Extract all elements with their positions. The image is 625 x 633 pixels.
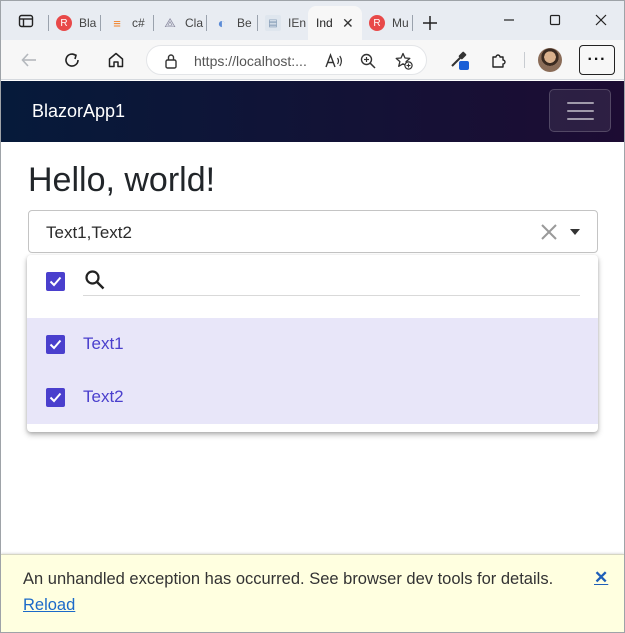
favorite-add-icon[interactable] <box>395 52 413 70</box>
app-navbar: BlazorApp1 <box>1 81 624 142</box>
browser-tab-strip: R Bla ≡ c# ⟁ Cla ◐ Be ▤ IEn Ind ✕ R Mu <box>0 0 625 40</box>
read-aloud-icon[interactable] <box>325 52 343 70</box>
puzzle-icon <box>492 54 506 68</box>
reload-link[interactable]: Reload <box>23 596 75 615</box>
browser-tab-active[interactable]: Ind ✕ <box>308 6 362 40</box>
checkmark-icon <box>49 392 62 403</box>
maximize-button[interactable] <box>532 6 578 34</box>
eyedropper-icon <box>451 51 469 70</box>
hamburger-icon-bar <box>566 101 594 104</box>
navbar-toggler-button[interactable] <box>549 89 611 132</box>
browser-tab-3[interactable]: ⟁ Cla <box>156 8 209 38</box>
refresh-button[interactable] <box>58 48 86 72</box>
page-icon: ⟁ <box>164 15 176 30</box>
tab-separator <box>257 15 258 31</box>
dropdown-search-input[interactable] <box>111 267 576 293</box>
dropdown-arrow-icon[interactable] <box>570 229 580 235</box>
more-dots-icon: ··· <box>587 51 607 68</box>
blazor-icon: ◐ <box>217 15 227 31</box>
tab-actions-icon <box>18 14 34 28</box>
refresh-icon <box>65 53 79 67</box>
plus-icon <box>423 16 437 30</box>
checkmark-icon <box>49 339 62 350</box>
tab-separator <box>100 15 101 31</box>
tab-separator <box>153 15 154 31</box>
zoom-icon[interactable] <box>359 52 377 70</box>
checkmark-icon <box>49 276 62 287</box>
close-window-button[interactable] <box>578 6 624 34</box>
error-message: An unhandled exception has occurred. See… <box>23 570 554 588</box>
url-text[interactable]: https://localhost:... <box>194 53 307 69</box>
radzen-icon: R <box>56 15 72 31</box>
radzen-icon: R <box>369 15 385 31</box>
settings-menu-button[interactable]: ··· <box>579 45 615 75</box>
browser-tab-4[interactable]: ◐ Be <box>208 8 261 38</box>
navbar-brand[interactable]: BlazorApp1 <box>32 101 125 122</box>
clear-icon[interactable] <box>539 222 559 242</box>
address-bar[interactable]: https://localhost:... <box>146 45 427 75</box>
maximize-icon <box>549 14 561 26</box>
lock-icon[interactable] <box>162 52 180 70</box>
minimize-button[interactable] <box>486 6 532 34</box>
profile-avatar[interactable] <box>538 48 562 72</box>
blazor-error-ui: An unhandled exception has occurred. See… <box>1 554 624 632</box>
browser-tab-2[interactable]: ≡ c# <box>103 8 156 38</box>
browser-tab-5[interactable]: ▤ IEn <box>259 8 312 38</box>
extension-button[interactable] <box>448 48 472 72</box>
tab-separator <box>412 15 413 31</box>
selected-values: Text1,Text2 <box>46 223 132 242</box>
search-icon <box>84 269 106 291</box>
new-tab-button[interactable] <box>419 10 441 36</box>
dropdown-search-row <box>27 255 598 318</box>
close-icon <box>595 14 607 26</box>
page-title: Hello, world! <box>28 161 216 199</box>
multi-select-dropdown[interactable]: Text1,Text2 <box>28 210 598 253</box>
app-viewport: BlazorApp1 Hello, world! Text1,Text2 Tex… <box>1 81 624 632</box>
option-label: Text1 <box>83 334 124 353</box>
close-tab-icon[interactable]: ✕ <box>342 15 354 32</box>
browser-toolbar: https://localhost:... ··· <box>0 40 625 80</box>
arrow-left-icon <box>21 53 36 67</box>
home-button[interactable] <box>102 48 130 72</box>
browser-tab-1[interactable]: R Bla <box>50 8 103 38</box>
doc-icon: ▤ <box>265 15 281 31</box>
tab-separator <box>48 15 49 31</box>
tab-title: Ind <box>316 16 333 30</box>
stackoverflow-icon: ≡ <box>113 15 121 31</box>
back-button[interactable] <box>15 48 43 72</box>
list-item-text1[interactable]: Text1 <box>27 318 598 371</box>
option-checkbox[interactable] <box>46 335 65 354</box>
browser-tab-7[interactable]: R Mu <box>363 8 416 38</box>
list-item-text2[interactable]: Text2 <box>27 371 598 424</box>
minimize-icon <box>504 19 514 21</box>
tab-actions-button[interactable] <box>0 6 42 36</box>
option-label: Text2 <box>83 387 124 406</box>
hamburger-icon-bar <box>566 117 594 120</box>
option-checkbox[interactable] <box>46 388 65 407</box>
tab-separator <box>206 15 207 31</box>
hamburger-icon-bar <box>566 109 594 112</box>
search-underline <box>83 295 580 296</box>
extensions-button[interactable] <box>487 48 511 72</box>
home-icon <box>108 52 124 68</box>
select-all-checkbox[interactable] <box>46 272 65 291</box>
dismiss-error-button[interactable]: ✕ <box>594 568 608 588</box>
dropdown-panel: Text1 Text2 <box>27 255 598 432</box>
toolbar-separator <box>524 52 525 68</box>
